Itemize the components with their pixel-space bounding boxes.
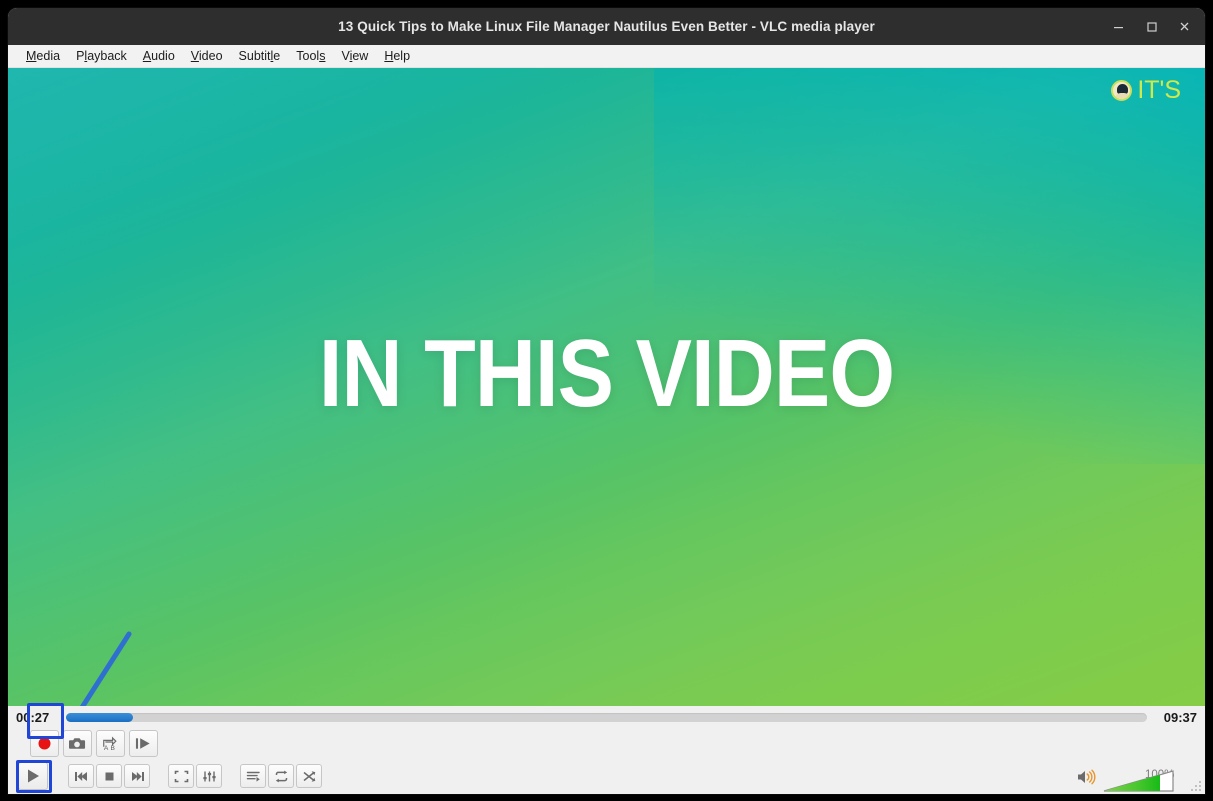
resize-grip[interactable] bbox=[1187, 777, 1201, 791]
menu-item-audio[interactable]: Audio bbox=[135, 47, 183, 65]
speaker-icon bbox=[1077, 768, 1097, 786]
ab-loop-icon: A B bbox=[102, 735, 119, 752]
stop-icon bbox=[103, 770, 116, 783]
record-button[interactable] bbox=[30, 730, 59, 757]
menu-item-media[interactable]: Media bbox=[18, 47, 68, 65]
svg-text:A: A bbox=[104, 745, 109, 752]
titlebar: 13 Quick Tips to Make Linux File Manager… bbox=[8, 8, 1205, 45]
view-group bbox=[168, 764, 224, 788]
menu-item-view[interactable]: View bbox=[333, 47, 376, 65]
its-foss-avatar-icon bbox=[1111, 80, 1132, 101]
menu-item-tools[interactable]: Tools bbox=[288, 47, 333, 65]
extended-settings-button[interactable] bbox=[196, 764, 222, 788]
close-button[interactable] bbox=[1169, 13, 1199, 41]
watermark-label: IT'S bbox=[1137, 76, 1181, 105]
record-icon bbox=[36, 735, 53, 752]
video-hero-text: IN THIS VIDEO bbox=[80, 326, 1133, 422]
svg-text:B: B bbox=[111, 745, 116, 752]
next-button[interactable] bbox=[124, 764, 150, 788]
elapsed-time-label: 00:27 bbox=[16, 710, 58, 725]
seek-progress-fill bbox=[66, 713, 133, 722]
snapshot-button[interactable] bbox=[63, 730, 92, 757]
play-icon bbox=[25, 768, 41, 784]
maximize-button[interactable] bbox=[1136, 13, 1166, 41]
previous-button[interactable] bbox=[68, 764, 94, 788]
transport-group bbox=[68, 764, 152, 788]
volume-control: 100% bbox=[1077, 758, 1175, 792]
window-buttons bbox=[1103, 8, 1199, 45]
playlist-icon bbox=[246, 770, 261, 783]
main-controls-row: 100% bbox=[8, 758, 1205, 794]
minimize-button[interactable] bbox=[1103, 13, 1133, 41]
menu-item-playback[interactable]: Playback bbox=[68, 47, 135, 65]
total-time-label: 09:37 bbox=[1155, 710, 1197, 725]
menu-item-subtitle[interactable]: Subtitle bbox=[231, 47, 289, 65]
volume-slider[interactable]: 100% bbox=[1103, 770, 1175, 792]
frame-by-frame-button[interactable] bbox=[129, 730, 158, 757]
loop-button[interactable] bbox=[268, 764, 294, 788]
control-bar: 00:27 09:37 A bbox=[8, 706, 1205, 794]
next-icon bbox=[130, 770, 145, 783]
menubar: Media Playback Audio Video Subtitle Tool… bbox=[8, 45, 1205, 68]
equalizer-icon bbox=[202, 770, 217, 783]
random-button[interactable] bbox=[296, 764, 322, 788]
advanced-controls-row: A B bbox=[8, 728, 1205, 758]
maximize-icon bbox=[1145, 20, 1158, 33]
fullscreen-icon bbox=[174, 770, 189, 783]
playlist-group bbox=[240, 764, 324, 788]
previous-icon bbox=[74, 770, 89, 783]
playlist-button[interactable] bbox=[240, 764, 266, 788]
menu-item-help[interactable]: Help bbox=[376, 47, 418, 65]
camera-icon bbox=[69, 736, 86, 751]
volume-slider-track bbox=[1103, 770, 1175, 792]
frame-step-icon bbox=[135, 736, 152, 751]
vlc-window: 13 Quick Tips to Make Linux File Manager… bbox=[8, 8, 1205, 794]
loop-icon bbox=[274, 770, 289, 783]
channel-watermark: IT'S bbox=[1111, 76, 1181, 105]
seek-row: 00:27 09:37 bbox=[8, 706, 1205, 728]
minimize-icon bbox=[1112, 20, 1125, 33]
shuffle-icon bbox=[302, 770, 317, 783]
video-surface[interactable]: IT'S IN THIS VIDEO bbox=[8, 68, 1205, 706]
mute-toggle-button[interactable] bbox=[1077, 768, 1097, 791]
close-icon bbox=[1178, 20, 1191, 33]
menu-item-video[interactable]: Video bbox=[183, 47, 231, 65]
seek-slider[interactable] bbox=[66, 713, 1147, 722]
stop-button[interactable] bbox=[96, 764, 122, 788]
annotation-arrow bbox=[46, 628, 156, 706]
window-title: 13 Quick Tips to Make Linux File Manager… bbox=[338, 19, 875, 34]
play-button[interactable] bbox=[18, 762, 48, 790]
ab-loop-button[interactable]: A B bbox=[96, 730, 125, 757]
fullscreen-button[interactable] bbox=[168, 764, 194, 788]
